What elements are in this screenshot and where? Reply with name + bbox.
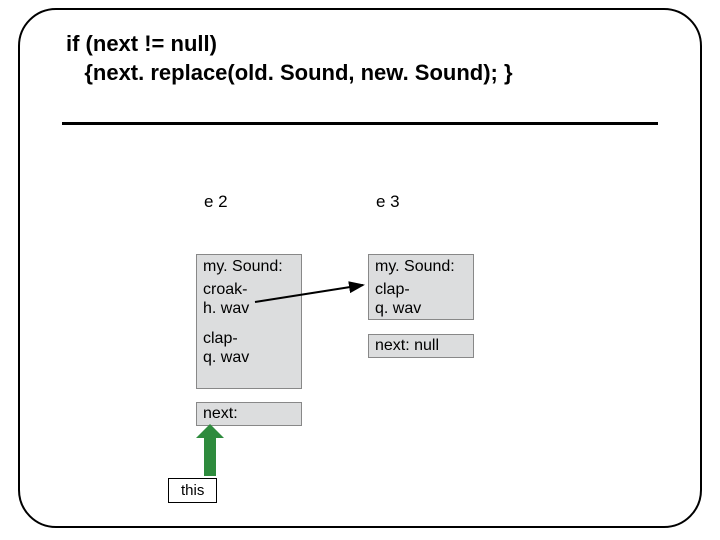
e2-mysound-value: croak- h. wav <box>197 278 301 320</box>
object-box-e3: my. Sound: clap- q. wav <box>368 254 474 320</box>
object-label-e2: e 2 <box>204 192 228 212</box>
e2-next-box: next: <box>196 402 302 426</box>
e2-clap-value: clap- q. wav <box>197 327 301 369</box>
e3-mysound-label: my. Sound: <box>369 255 473 278</box>
horizontal-rule <box>62 122 658 125</box>
code-title: if (next != null) {next. replace(old. So… <box>66 30 666 87</box>
e2-mysound-label: my. Sound: <box>197 255 301 278</box>
title-line-1: if (next != null) <box>66 31 217 56</box>
e3-mysound-value: clap- q. wav <box>369 278 473 320</box>
slide: if (next != null) {next. replace(old. So… <box>0 0 720 540</box>
this-box: this <box>168 478 217 503</box>
object-label-e3: e 3 <box>376 192 400 212</box>
object-box-e2: my. Sound: croak- h. wav clap- q. wav <box>196 254 302 389</box>
e3-next-label: next: null <box>369 335 473 357</box>
title-line-2: {next. replace(old. Sound, new. Sound); … <box>66 60 513 85</box>
e3-next-box: next: null <box>368 334 474 358</box>
e2-next-label: next: <box>197 403 301 425</box>
